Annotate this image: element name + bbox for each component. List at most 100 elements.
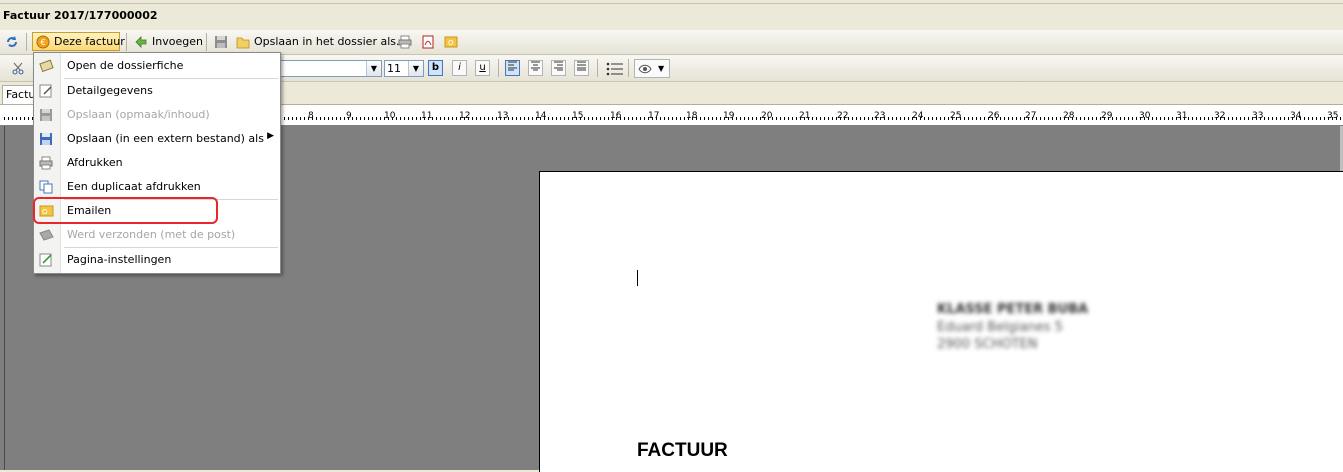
ruler-tick (408, 117, 409, 120)
save-in-file-button[interactable]: Opslaan in het dossier als... (233, 32, 410, 51)
ruler-tick (700, 117, 701, 120)
scissors-icon (11, 61, 25, 75)
bold-button[interactable]: b (428, 60, 443, 76)
ruler-tick (512, 117, 513, 120)
folder-card-icon (39, 59, 54, 73)
menu-item-sent-by-post[interactable]: Werd verzonden (met de post) (34, 224, 280, 246)
ruler-tick (516, 117, 517, 120)
align-justify-button[interactable] (574, 60, 589, 76)
ruler-tick (308, 117, 309, 120)
align-right-button[interactable] (551, 60, 566, 76)
ruler-tick (776, 117, 777, 120)
ruler-tick (912, 117, 913, 120)
align-center-button[interactable] (528, 60, 543, 76)
ruler-tick (388, 117, 389, 120)
ruler-tick (1280, 117, 1281, 120)
ruler-tick (500, 117, 501, 120)
submenu-arrow-icon: ▶ (267, 131, 274, 141)
ruler-tick (1188, 117, 1189, 120)
ruler-tick (1268, 117, 1269, 120)
ruler-tick (936, 117, 937, 120)
ruler-tick (608, 117, 609, 120)
ruler-tick (356, 117, 357, 120)
ruler-tick (504, 117, 505, 120)
ruler-tick (1232, 117, 1233, 120)
menu-separator (64, 78, 278, 79)
align-left-button[interactable] (505, 60, 520, 76)
ruler-tick (772, 117, 773, 120)
ruler-tick (1144, 117, 1145, 120)
ruler-tick (928, 117, 929, 120)
ruler-tick (1108, 117, 1109, 120)
cut-button[interactable] (8, 58, 32, 77)
ruler-tick (436, 117, 437, 120)
italic-button[interactable]: i (452, 60, 467, 76)
ruler-tick (368, 117, 369, 120)
menu-item-print-duplicate[interactable]: Een duplicaat afdrukken (34, 176, 280, 198)
menu-item-save-layout[interactable]: Opslaan (opmaak/inhoud) (34, 104, 280, 126)
ruler-tick (976, 117, 977, 120)
pdf-button[interactable] (418, 32, 442, 51)
ruler-tick (996, 117, 997, 120)
insert-label: Invoegen (152, 35, 203, 48)
refresh-button[interactable] (2, 32, 26, 51)
email-toolbar-button[interactable]: O (441, 32, 465, 51)
ruler-tick (1220, 117, 1221, 120)
ruler-tick (392, 117, 393, 120)
ruler-tick (1136, 117, 1137, 120)
ruler-tick (12, 117, 13, 120)
ruler-tick (360, 117, 361, 120)
ruler-tick (1004, 117, 1005, 120)
ruler-tick (984, 117, 985, 120)
ruler-tick (324, 117, 325, 120)
ruler-tick (584, 117, 585, 120)
ruler-tick (1224, 117, 1225, 120)
ruler-tick (656, 117, 657, 120)
menu-item-open-dossier[interactable]: Open de dossierfiche (34, 55, 280, 77)
menu-item-save-external[interactable]: Opslaan (in een extern bestand) als ▶ (34, 128, 280, 150)
ruler-tick (580, 117, 581, 120)
ruler-tick (920, 117, 921, 120)
ruler-tick (932, 117, 933, 120)
font-size-select[interactable]: 11 ▼ (384, 60, 424, 77)
document-page[interactable]: KLASSE PETER BUBA Eduard Belgianes 5 290… (539, 171, 1343, 472)
save-icon (39, 108, 54, 122)
bullet-list-button[interactable] (603, 59, 627, 78)
ruler-tick (1212, 117, 1213, 120)
ruler-tick (1292, 117, 1293, 120)
ruler-tick (1060, 117, 1061, 120)
print-button[interactable] (395, 32, 419, 51)
underline-button[interactable]: u (475, 60, 490, 76)
menu-item-page-setup[interactable]: Pagina-instellingen (34, 249, 280, 271)
this-invoice-button[interactable]: € Deze factuur (32, 32, 125, 51)
ruler-tick (1240, 117, 1241, 120)
menu-item-label: Een duplicaat afdrukken (67, 180, 201, 193)
font-size-value: 11 (387, 62, 401, 75)
ruler-tick (1252, 117, 1253, 120)
ruler-tick (456, 117, 457, 120)
ruler-tick (1012, 117, 1013, 120)
ruler-tick (792, 117, 793, 120)
printer-icon (398, 35, 412, 49)
save-button[interactable] (211, 32, 235, 51)
view-options-button[interactable]: ▼ (634, 59, 670, 78)
ruler-tick (964, 117, 965, 120)
ruler-tick (1072, 117, 1073, 120)
ruler-tick (872, 117, 873, 120)
ruler-tick (468, 117, 469, 120)
ruler-tick (740, 117, 741, 120)
ruler-tick (876, 117, 877, 120)
ruler-tick (1216, 117, 1217, 120)
ruler-tick (1272, 117, 1273, 120)
menu-item-print[interactable]: Afdrukken (34, 152, 280, 174)
insert-button[interactable]: Invoegen (131, 32, 206, 51)
font-family-select[interactable]: ▼ (280, 60, 382, 77)
ruler-tick (888, 117, 889, 120)
toolbar-separator (26, 33, 27, 51)
menu-item-details[interactable]: Detailgegevens (34, 80, 280, 102)
ruler-tick (1048, 117, 1049, 120)
ruler-tick (452, 117, 453, 120)
ruler-tick (1264, 117, 1265, 120)
ruler-tick (340, 117, 341, 120)
ruler-tick (496, 117, 497, 120)
